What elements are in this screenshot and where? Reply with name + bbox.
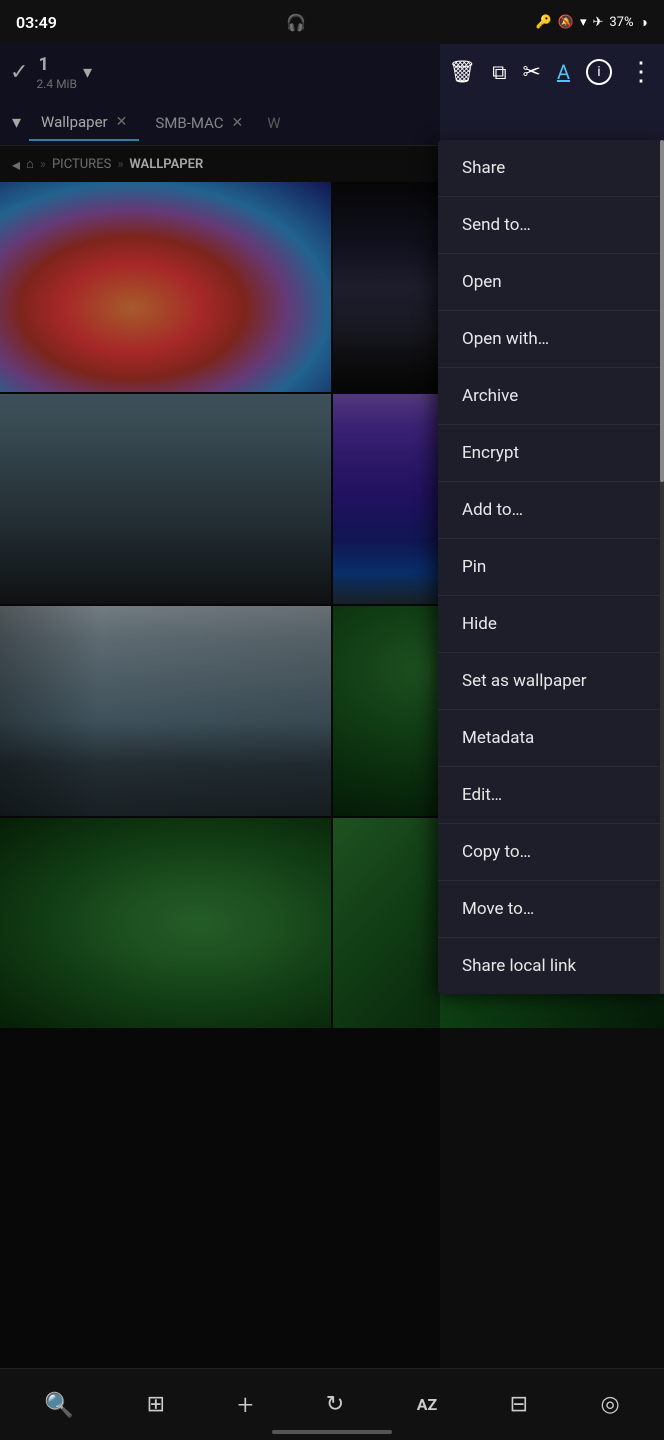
nav-cast[interactable]: ◎ <box>589 1384 632 1425</box>
menu-item-pin[interactable]: Pin <box>438 539 664 596</box>
menu-item-move-to[interactable]: Move to… <box>438 881 664 938</box>
scissors-icon[interactable]: ✂ <box>523 60 541 85</box>
status-icons: 🔑 🔕 ▾ ✈ 37% ◑ <box>536 14 648 31</box>
image-cell-5[interactable] <box>0 606 331 816</box>
add-icon: + <box>238 1388 254 1421</box>
menu-item-hide[interactable]: Hide <box>438 596 664 653</box>
delete-icon[interactable]: 🗑 <box>448 60 476 85</box>
battery-text: 37% <box>609 15 633 30</box>
search-icon: 🔍 <box>44 1391 74 1419</box>
mute-icon: 🔕 <box>558 15 574 30</box>
tab-extra-label: W <box>267 114 280 132</box>
selection-count: 1 <box>38 54 77 75</box>
menu-item-send-to[interactable]: Send to… <box>438 197 664 254</box>
home-indicator <box>272 1430 392 1434</box>
menu-item-add-to[interactable]: Add to… <box>438 482 664 539</box>
headphone-icon: 🎧 <box>286 13 306 32</box>
breadcrumb-pictures[interactable]: PICTURES <box>52 157 111 172</box>
toolbar-action-icons: 🗑 ⧉ ✂ A i ⋮ <box>448 57 654 87</box>
menu-item-share[interactable]: Share <box>438 140 664 197</box>
cast-icon: ◎ <box>601 1392 620 1417</box>
tab-wallpaper-label: Wallpaper <box>41 113 108 131</box>
tab-wallpaper-close[interactable]: ✕ <box>116 114 128 130</box>
breadcrumb-back-icon[interactable]: ◂ <box>12 155 20 174</box>
breadcrumb-sep2: » <box>117 157 123 172</box>
tab-wallpaper[interactable]: Wallpaper ✕ <box>29 105 139 141</box>
selection-size: 2.4 MiB <box>36 77 77 91</box>
menu-item-edit[interactable]: Edit… <box>438 767 664 824</box>
text-format-icon[interactable]: A <box>557 60 570 84</box>
nav-grid[interactable]: ⊞ <box>135 1384 177 1425</box>
tabs-collapse-icon[interactable]: ▾ <box>4 104 29 141</box>
menu-item-open-with[interactable]: Open with… <box>438 311 664 368</box>
dropdown-icon[interactable]: ▾ <box>83 62 92 83</box>
menu-item-open[interactable]: Open <box>438 254 664 311</box>
nav-refresh[interactable]: ↻ <box>314 1384 356 1425</box>
status-bar: 03:49 🎧 🔑 🔕 ▾ ✈ 37% ◑ <box>0 0 664 44</box>
tab-smb-mac[interactable]: SMB-MAC ✕ <box>143 106 255 140</box>
airplane-icon: ✈ <box>592 15 603 30</box>
menu-item-archive[interactable]: Archive <box>438 368 664 425</box>
battery-icon: ◑ <box>640 14 648 31</box>
copy-icon[interactable]: ⧉ <box>492 60 506 84</box>
key-icon: 🔑 <box>536 15 552 30</box>
wifi-icon: ▾ <box>580 15 587 30</box>
image-cell-1[interactable] <box>0 182 331 392</box>
scrollbar-thumb[interactable] <box>660 140 664 482</box>
nav-add[interactable]: + <box>226 1380 266 1429</box>
tab-extra[interactable]: W <box>255 106 292 140</box>
scrollbar-track[interactable] <box>660 140 664 994</box>
grid-icon: ⊞ <box>147 1392 165 1417</box>
nav-select[interactable]: ⊟ <box>498 1384 540 1425</box>
selection-info: 1 2.4 MiB <box>34 54 77 91</box>
status-time: 03:49 <box>16 13 57 32</box>
breadcrumb-home-icon[interactable]: ⌂ <box>26 156 34 172</box>
menu-item-copy-to[interactable]: Copy to… <box>438 824 664 881</box>
toolbar-left: ✓ 1 2.4 MiB ▾ <box>10 54 440 91</box>
menu-item-metadata[interactable]: Metadata <box>438 710 664 767</box>
breadcrumb-sep1: » <box>40 157 46 172</box>
more-options-icon[interactable]: ⋮ <box>628 57 654 87</box>
refresh-icon: ↻ <box>326 1392 344 1417</box>
breadcrumb-current: WALLPAPER <box>129 157 203 172</box>
toolbar: ✓ 1 2.4 MiB ▾ 🗑 ⧉ ✂ A i ⋮ <box>0 44 664 100</box>
menu-item-set-as-wallpaper[interactable]: Set as wallpaper <box>438 653 664 710</box>
sort-az-icon: AZ <box>417 1395 437 1414</box>
checkmark-icon: ✓ <box>10 60 28 85</box>
image-cell-3[interactable] <box>0 394 331 604</box>
info-icon[interactable]: i <box>586 59 612 85</box>
tab-smb-mac-label: SMB-MAC <box>155 114 223 132</box>
nav-sort[interactable]: AZ <box>405 1387 449 1422</box>
context-menu: Share Send to… Open Open with… Archive E… <box>438 140 664 994</box>
image-cell-7[interactable] <box>0 818 331 1028</box>
menu-item-encrypt[interactable]: Encrypt <box>438 425 664 482</box>
nav-search[interactable]: 🔍 <box>32 1383 86 1427</box>
menu-item-share-local-link[interactable]: Share local link <box>438 938 664 994</box>
tab-smb-mac-close[interactable]: ✕ <box>232 115 244 131</box>
select-icon: ⊟ <box>510 1392 528 1417</box>
